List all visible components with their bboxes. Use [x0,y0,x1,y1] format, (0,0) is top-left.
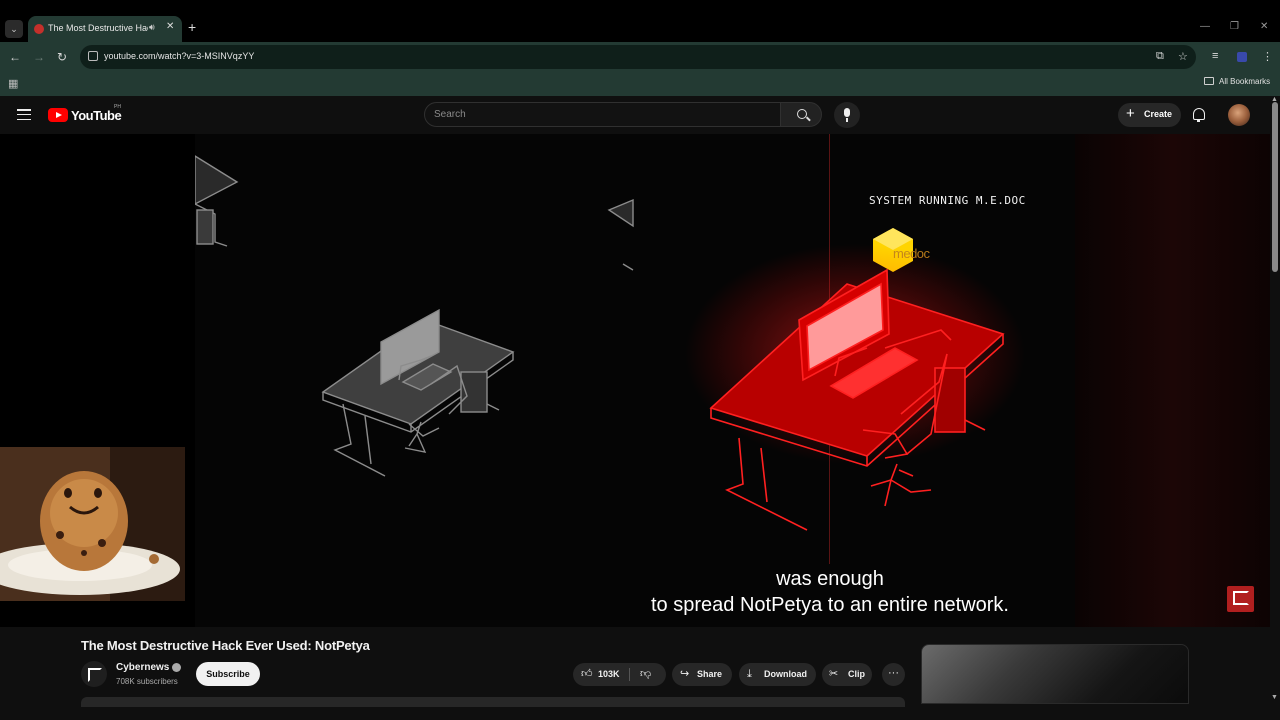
search-box [424,102,781,127]
cookie-character-illustration [0,447,185,601]
more-actions-button[interactable]: ··· [882,663,905,686]
picture-in-picture-video[interactable] [0,447,185,601]
apps-grid-icon[interactable]: ▦ [8,77,18,90]
voice-search-button[interactable] [834,102,860,128]
scrollbar-thumb[interactable] [1272,102,1278,272]
subscriber-count: 708K subscribers [116,677,178,686]
back-arrow-icon[interactable]: ← [9,50,21,64]
reload-icon[interactable]: ↻ [57,50,67,64]
youtube-masthead: YouTube PH + Create [0,96,1270,134]
like-divider [629,668,630,681]
tab-search-button[interactable]: ⌄ [5,20,23,38]
dislike-thumb-icon[interactable]: 👎︎ [640,667,651,681]
download-button[interactable]: ⤓ Download [739,663,816,686]
all-bookmarks-label: All Bookmarks [1219,77,1271,86]
right-ambient-panel [1075,134,1270,627]
address-bar[interactable]: youtube.com/watch?v=3-MSINVqzYY ⧉ ☆ [80,45,1196,69]
video-title: The Most Destructive Hack Ever Used: Not… [81,638,370,653]
browser-tab-strip: ⌄ The Most Destructive Hack 🔊︎ ✕ + — ❐ ✕ [0,0,1280,42]
browser-tab[interactable]: The Most Destructive Hack 🔊︎ ✕ [28,16,182,42]
speaker-icon[interactable]: 🔊︎ [149,22,155,33]
download-label: Download [764,669,807,679]
like-dislike-group: 👍︎ 103K 👎︎ [573,663,666,686]
folder-icon [1204,77,1214,85]
bookmark-star-icon[interactable]: ☆ [1178,50,1188,63]
forward-arrow-icon[interactable]: → [33,50,45,64]
youtube-favicon-icon [34,24,44,34]
channel-avatar[interactable] [81,661,107,687]
video-player[interactable]: SYSTEM RUNNING M.E.DOC medoc [0,134,1270,627]
create-label: Create [1144,109,1173,119]
clip-label: Clip [848,669,865,679]
reading-list-icon[interactable]: ≡ [1212,50,1218,62]
like-thumb-icon[interactable]: 👍︎ [581,667,593,681]
all-bookmarks-button[interactable]: All Bookmarks [1204,77,1270,86]
share-button[interactable]: ↪ Share [672,663,732,686]
close-window-button[interactable]: ✕ [1260,21,1268,32]
plus-icon: + [1126,105,1135,122]
youtube-wordmark: YouTube [71,108,122,123]
like-count[interactable]: 103K [598,669,620,679]
tab-close-icon[interactable]: ✕ [166,21,174,32]
site-info-icon[interactable] [88,51,98,61]
video-details: The Most Destructive Hack Ever Used: Not… [0,627,1270,720]
microphone-icon [844,108,850,122]
search-input[interactable] [434,109,764,120]
notifications-bell-icon[interactable] [1193,108,1205,122]
page-scrollbar[interactable]: ▲ ▼ [1270,96,1280,706]
scroll-down-icon[interactable]: ▼ [1271,694,1278,701]
hamburger-menu-icon[interactable] [17,109,31,121]
search-button[interactable] [780,102,822,127]
description-box[interactable] [81,697,905,707]
share-label: Share [697,669,723,679]
verified-badge-icon [172,663,181,672]
video-frame: SYSTEM RUNNING M.E.DOC medoc [195,134,1075,627]
channel-name[interactable]: Cybernews [116,662,169,673]
account-avatar[interactable] [1228,104,1250,126]
infected-workstation-illustration [685,244,1025,531]
url-text: youtube.com/watch?v=3-MSINVqzYY [104,51,255,61]
minimize-button[interactable]: — [1200,21,1210,32]
subscribe-watermark-icon[interactable] [1227,586,1254,612]
subscribe-button[interactable]: Subscribe [196,662,260,686]
search-icon [797,109,807,119]
share-arrow-icon: ↪ [680,668,690,680]
restore-button[interactable]: ❐ [1230,21,1239,32]
create-button[interactable]: + Create [1118,103,1181,127]
scissors-icon: ✂ [829,668,839,680]
extension-icon[interactable] [1237,52,1247,62]
clip-button[interactable]: ✂ Clip [822,663,872,686]
browser-menu-icon[interactable]: ⋮ [1262,50,1273,63]
country-code: PH [114,104,121,110]
browser-toolbar: ← → ↻ youtube.com/watch?v=3-MSINVqzYY ⧉ … [0,42,1280,72]
install-app-icon[interactable]: ⧉ [1156,50,1164,63]
sidebar-thumbnail[interactable] [921,644,1189,704]
youtube-play-icon [48,108,68,122]
tab-title: The Most Destructive Hack [48,23,148,33]
new-tab-button[interactable]: + [188,20,196,34]
download-icon: ⤓ [747,668,752,680]
bookmarks-bar: ▦ All Bookmarks [0,72,1280,96]
